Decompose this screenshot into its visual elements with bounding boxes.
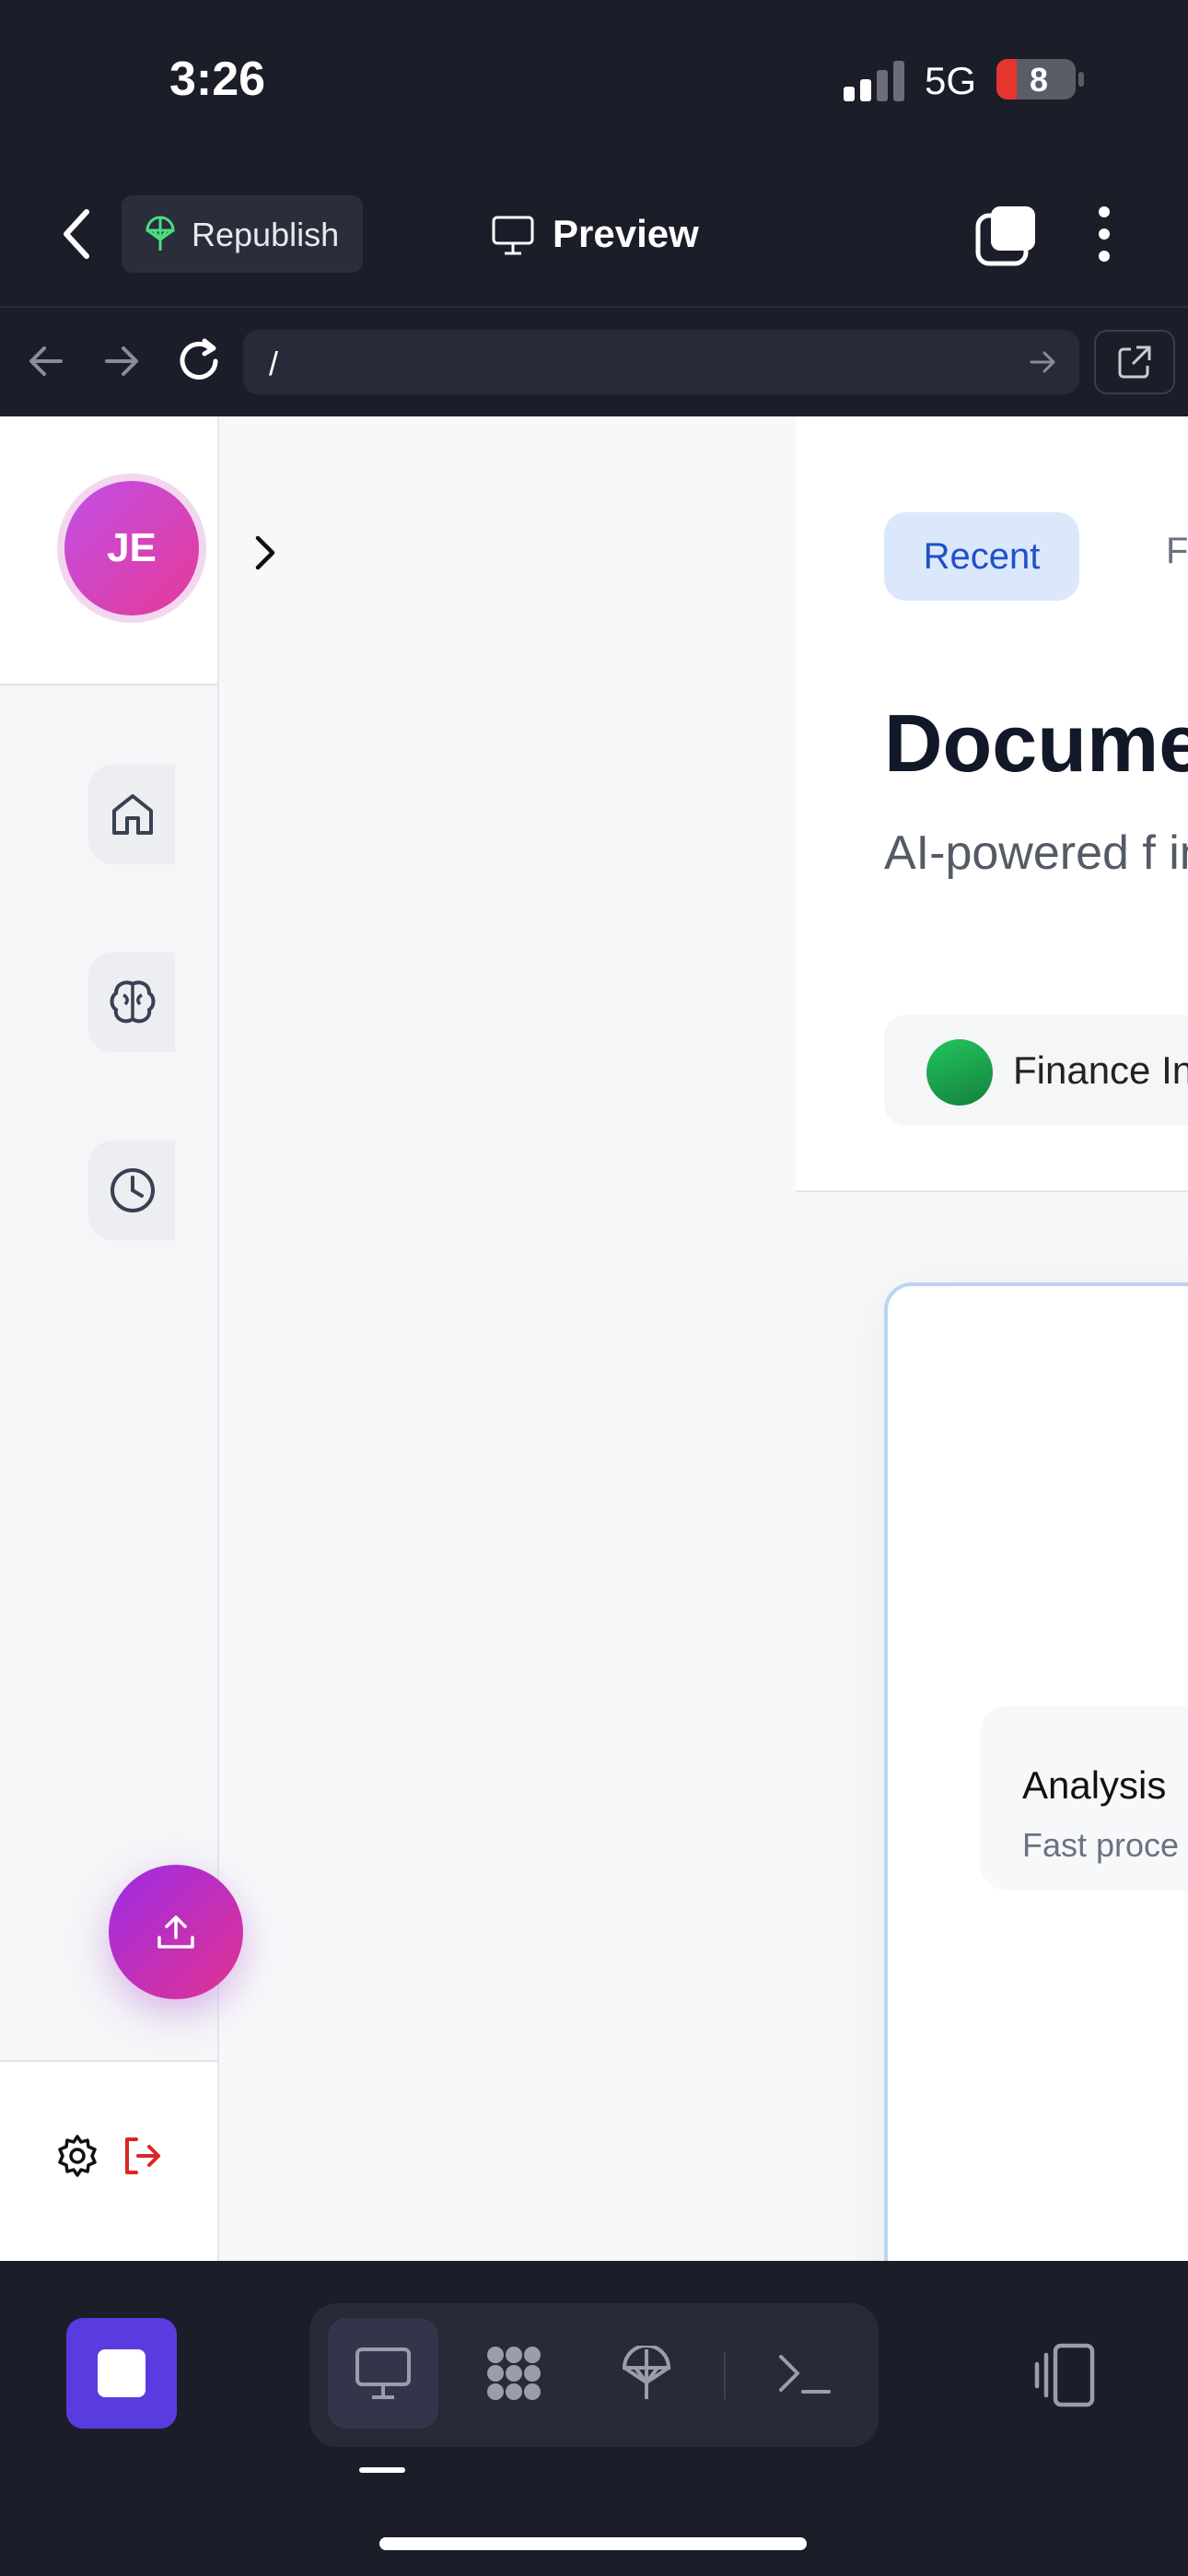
- battery-level: 8: [1029, 61, 1049, 99]
- analysis-title: Analysis: [1022, 1763, 1167, 1807]
- clock-icon: [111, 1168, 155, 1212]
- sidebar-header: JE: [0, 416, 217, 685]
- publish-icon: [146, 216, 175, 251]
- more-icon[interactable]: [1090, 205, 1118, 263]
- tabs-icon[interactable]: [974, 203, 1039, 267]
- avatar-initials: JE: [64, 481, 199, 615]
- stop-button[interactable]: [66, 2318, 177, 2429]
- active-tool-indicator: [359, 2467, 405, 2473]
- stop-icon: [98, 2349, 146, 2397]
- tool-terminal[interactable]: [748, 2318, 858, 2429]
- terminal-icon: [779, 2355, 831, 2394]
- url-text: /: [269, 345, 279, 382]
- page-header: Recent F Docume AI-powered f intelligenc…: [796, 416, 1188, 1192]
- upload-button[interactable]: [109, 1865, 243, 1999]
- workspace-chip-label: Finance In: [1013, 1048, 1188, 1092]
- settings-icon[interactable]: [55, 2134, 99, 2178]
- republish-button[interactable]: Republish: [122, 195, 363, 273]
- home-icon: [112, 794, 153, 835]
- grid-icon: [487, 2347, 541, 2400]
- tool-publish[interactable]: [591, 2318, 702, 2429]
- sidebar-footer: [0, 2060, 217, 2261]
- device-switch-icon[interactable]: [1028, 2338, 1101, 2412]
- analysis-card[interactable]: Analysis Fast proce: [980, 1706, 1188, 1891]
- sidebar-item-brain[interactable]: [88, 953, 175, 1052]
- back-button[interactable]: [55, 205, 99, 263]
- preview-label: Preview: [553, 212, 699, 255]
- tool-grid[interactable]: [459, 2318, 569, 2429]
- status-time: 3:26: [169, 53, 266, 106]
- workspace-chip[interactable]: Finance In: [884, 1015, 1188, 1126]
- publish-icon: [622, 2346, 671, 2399]
- web-preview: JE Recent F Docume AI-powered f i Financ…: [0, 416, 1188, 2261]
- republish-label: Republish: [192, 216, 340, 253]
- tool-divider: [724, 2351, 726, 2399]
- nav-back-icon[interactable]: [20, 335, 72, 387]
- tool-desktop[interactable]: [328, 2318, 438, 2429]
- open-external-button[interactable]: [1094, 330, 1175, 394]
- logout-icon[interactable]: [120, 2134, 164, 2178]
- browser-nav-bar: /: [0, 306, 1188, 416]
- battery-indicator: 8: [996, 57, 1085, 101]
- upload-icon: [157, 1915, 194, 1949]
- avatar[interactable]: JE: [57, 474, 206, 623]
- page-title: Docume: [884, 697, 1188, 789]
- external-link-icon: [1118, 345, 1151, 379]
- tool-switcher: [309, 2303, 879, 2447]
- brain-icon: [110, 980, 156, 1024]
- tab-second[interactable]: F: [1166, 531, 1188, 572]
- sidebar: JE: [0, 416, 243, 2261]
- monitor-icon: [492, 216, 534, 255]
- home-indicator: [379, 2537, 807, 2550]
- go-arrow-icon[interactable]: [1028, 348, 1059, 376]
- page-subtitle: AI-powered f intelligence: [884, 826, 1188, 880]
- analysis-subtitle: Fast proce: [1022, 1826, 1180, 1864]
- sidebar-item-history[interactable]: [88, 1141, 175, 1240]
- url-input[interactable]: /: [243, 330, 1079, 394]
- tab-recent[interactable]: Recent: [884, 512, 1079, 601]
- desktop-icon: [355, 2348, 411, 2399]
- network-label: 5G: [925, 59, 977, 102]
- chevron-right-icon[interactable]: [250, 533, 280, 573]
- nav-forward-icon[interactable]: [96, 335, 147, 387]
- sidebar-item-home[interactable]: [88, 765, 175, 864]
- reload-icon[interactable]: [173, 335, 225, 387]
- status-dot-icon: [926, 1039, 993, 1106]
- signal-icon: [844, 61, 904, 101]
